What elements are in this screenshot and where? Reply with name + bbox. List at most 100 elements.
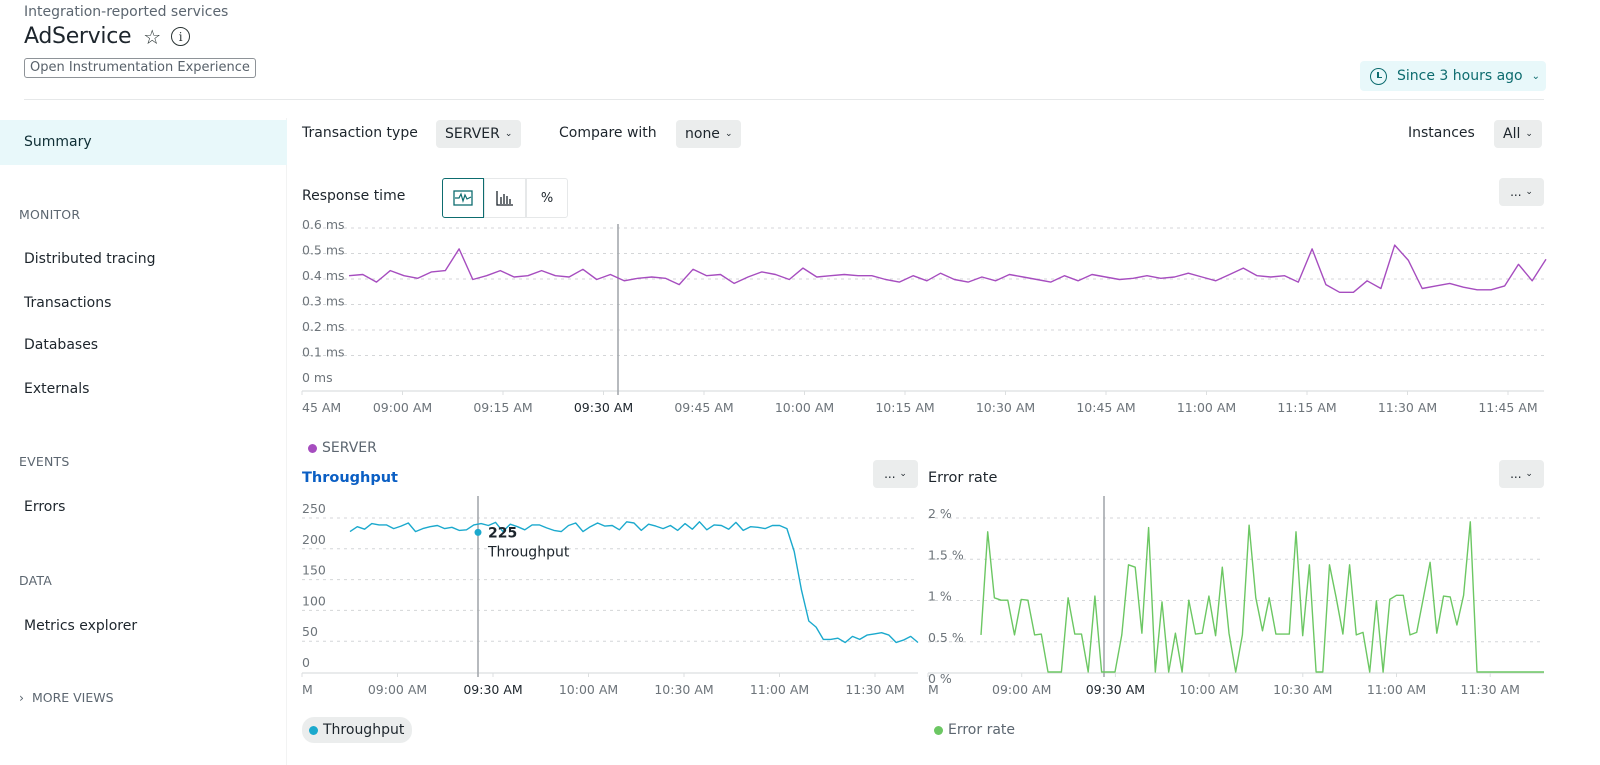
series-line-error-rate bbox=[980, 521, 1544, 673]
legend-server[interactable]: SERVER bbox=[308, 440, 377, 456]
clock-icon bbox=[1370, 67, 1387, 85]
x-tick-label: M bbox=[928, 682, 939, 697]
throughput-title[interactable]: Throughput bbox=[302, 470, 398, 486]
breadcrumb[interactable]: Integration-reported services bbox=[24, 4, 228, 20]
legend-error-rate[interactable]: Error rate bbox=[934, 722, 1015, 738]
y-tick-label: 2 % bbox=[928, 506, 952, 521]
x-tick-label: 11:00 AM bbox=[1177, 400, 1236, 415]
y-tick-label: 0.1 ms bbox=[302, 345, 345, 360]
x-tick-label: 09:30 AM bbox=[463, 682, 522, 697]
hover-point bbox=[474, 528, 482, 536]
y-tick-label: 1 % bbox=[928, 589, 952, 604]
percentile-label: % bbox=[540, 190, 554, 206]
legend-label: SERVER bbox=[322, 440, 377, 456]
x-tick-label: 10:30 AM bbox=[976, 400, 1035, 415]
sidebar-item-transactions[interactable]: Transactions bbox=[24, 295, 111, 311]
sidebar-item-databases[interactable]: Databases bbox=[24, 337, 98, 353]
more-label: ... bbox=[1510, 185, 1522, 199]
series-line-server bbox=[348, 244, 1547, 294]
x-tick-label: 11:45 AM bbox=[1478, 400, 1537, 415]
x-tick-label: 11:00 AM bbox=[750, 682, 809, 697]
info-icon[interactable]: i bbox=[171, 27, 191, 46]
histogram-button[interactable] bbox=[484, 178, 526, 218]
response-time-title: Response time bbox=[302, 188, 406, 204]
throughput-chart[interactable]: 0 50 100 150 200 250 M 09:00 AM 09:30 AM 10:00 AM… bbox=[288, 496, 928, 697]
percentile-button[interactable]: % bbox=[526, 178, 568, 218]
legend-label: Throughput bbox=[323, 722, 405, 738]
x-tick-label: 10:00 AM bbox=[775, 400, 834, 415]
y-tick-label: 0.6 ms bbox=[302, 217, 345, 232]
y-tick-label: 0 bbox=[302, 655, 310, 670]
chevron-down-icon: ⌄ bbox=[1531, 70, 1541, 82]
sidebar-item-externals[interactable]: Externals bbox=[24, 381, 89, 397]
error-rate-title: Error rate bbox=[928, 470, 998, 486]
x-tick-label: 09:15 AM bbox=[473, 400, 532, 415]
series-line-throughput bbox=[349, 521, 919, 644]
experience-badge: Open Instrumentation Experience bbox=[24, 58, 256, 78]
x-tick-label: 09:00 AM bbox=[373, 400, 432, 415]
x-tick-label: 11:15 AM bbox=[1277, 400, 1336, 415]
error-rate-chart[interactable]: 0 %0.5 %1 %1.5 %2 %M 09:00 AM 09:30 AM 10:0… bbox=[914, 496, 1554, 697]
legend-dot bbox=[309, 725, 318, 735]
x-tick-label: M bbox=[302, 682, 313, 697]
instances-dropdown[interactable]: All ⌄ bbox=[1494, 120, 1542, 148]
x-tick-label: 10:00 AM bbox=[1179, 682, 1238, 697]
chevron-down-icon: ⌄ bbox=[899, 469, 907, 479]
sidebar-section-data: DATA bbox=[19, 573, 53, 588]
line-chart-icon bbox=[453, 190, 473, 206]
legend-dot bbox=[934, 725, 943, 735]
more-label: ... bbox=[1510, 467, 1522, 481]
sidebar-item-errors[interactable]: Errors bbox=[24, 499, 65, 515]
y-tick-label: 50 bbox=[302, 624, 318, 639]
transaction-type-value: SERVER bbox=[445, 126, 500, 142]
y-tick-label: 1.5 % bbox=[928, 547, 964, 562]
more-views-label: MORE VIEWS bbox=[31, 690, 114, 705]
instances-value: All bbox=[1503, 126, 1521, 142]
x-tick-label: 11:30 AM bbox=[845, 682, 904, 697]
histogram-icon bbox=[496, 191, 513, 206]
sidebar-item-summary[interactable]: Summary bbox=[0, 120, 287, 165]
x-tick-label: 45 AM bbox=[302, 400, 341, 415]
sidebar-item-distributed-tracing[interactable]: Distributed tracing bbox=[24, 251, 155, 267]
visualization-toggle: % bbox=[442, 178, 568, 218]
sidebar-section-events: EVENTS bbox=[19, 454, 70, 469]
title-row: AdService ☆ i bbox=[24, 24, 191, 49]
page-header: Integration-reported services AdService … bbox=[0, 0, 1600, 102]
response-time-more-button[interactable]: ... ⌄ bbox=[1499, 178, 1544, 206]
transaction-type-dropdown[interactable]: SERVER ⌄ bbox=[436, 120, 522, 148]
legend-label: Error rate bbox=[948, 722, 1016, 738]
tooltip-label: Throughput bbox=[487, 544, 570, 560]
sidebar-item-metrics-explorer[interactable]: Metrics explorer bbox=[24, 618, 137, 634]
x-tick-label: 09:00 AM bbox=[368, 682, 427, 697]
chevron-right-icon: › bbox=[19, 690, 24, 705]
star-icon[interactable]: ☆ bbox=[143, 25, 161, 49]
time-picker[interactable]: Since 3 hours ago ⌄ bbox=[1360, 61, 1546, 91]
instances-label: Instances bbox=[1408, 125, 1475, 141]
tooltip-value: 225 bbox=[488, 525, 517, 541]
y-tick-label: 0.4 ms bbox=[302, 268, 345, 283]
x-tick-label: 09:30 AM bbox=[1086, 682, 1145, 697]
y-tick-label: 0.5 % bbox=[928, 630, 964, 645]
chevron-down-icon: ⌄ bbox=[724, 129, 733, 139]
x-tick-label: 10:30 AM bbox=[654, 682, 713, 697]
transaction-type-label: Transaction type bbox=[302, 125, 418, 141]
y-tick-label: 0.2 ms bbox=[302, 319, 345, 334]
legend-throughput[interactable]: Throughput bbox=[302, 717, 413, 743]
time-picker-label: Since 3 hours ago bbox=[1397, 68, 1523, 84]
y-tick-label: 0.3 ms bbox=[302, 294, 345, 309]
more-views-toggle[interactable]: › MORE VIEWS bbox=[19, 690, 114, 705]
x-tick-label: 10:15 AM bbox=[875, 400, 934, 415]
compare-with-dropdown[interactable]: none ⌄ bbox=[676, 120, 742, 148]
compare-with-value: none bbox=[685, 126, 720, 142]
x-tick-label: 10:30 AM bbox=[1273, 682, 1332, 697]
error-rate-more-button[interactable]: ... ⌄ bbox=[1499, 460, 1544, 488]
line-chart-button[interactable] bbox=[442, 178, 484, 218]
x-tick-label: 11:30 AM bbox=[1378, 400, 1437, 415]
chevron-down-icon: ⌄ bbox=[1525, 187, 1533, 197]
y-tick-label: 150 bbox=[302, 563, 326, 578]
x-tick-label: 11:00 AM bbox=[1367, 682, 1426, 697]
y-tick-label: 100 bbox=[302, 593, 326, 608]
response-time-chart[interactable]: 0 ms 0.1 ms 0.2 ms 0.3 ms 0.4 ms 0.5 ms 0.6 ms… bbox=[288, 214, 1548, 415]
throughput-more-button[interactable]: ... ⌄ bbox=[873, 460, 918, 488]
x-tick-label: 09:45 AM bbox=[674, 400, 733, 415]
